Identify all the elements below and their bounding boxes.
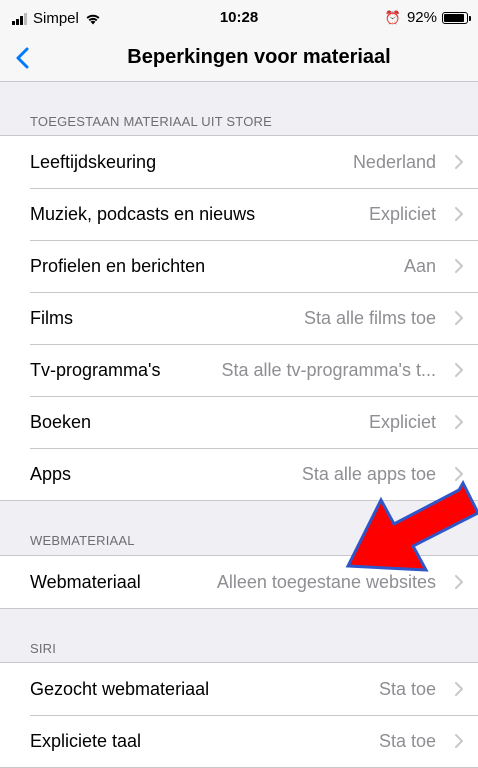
row-films[interactable]: Films Sta alle films toe [0, 292, 478, 344]
settings-group-store: Leeftijdskeuring Nederland Muziek, podca… [0, 135, 478, 501]
battery-percent: 92% [406, 9, 437, 26]
row-label: Boeken [30, 411, 92, 432]
row-value: Expliciet [368, 203, 436, 224]
row-label: Leeftijdskeuring [30, 151, 157, 172]
battery-icon [442, 11, 471, 24]
chevron-right-icon [455, 311, 463, 325]
row-value: Nederland [352, 151, 436, 172]
section-header-web: WEBMATERIAAL [30, 533, 135, 548]
chevron-right-icon [455, 467, 463, 481]
chevron-right-icon [455, 682, 463, 696]
chevron-right-icon [455, 363, 463, 377]
chevron-right-icon [455, 575, 463, 589]
settings-group-web: Webmateriaal Alleen toegestane websites [0, 555, 478, 609]
row-expliciete-taal[interactable]: Expliciete taal Sta toe [0, 715, 478, 767]
row-leeftijdskeuring[interactable]: Leeftijdskeuring Nederland [0, 136, 478, 188]
row-apps[interactable]: Apps Sta alle apps toe [0, 448, 478, 500]
chevron-right-icon [455, 155, 463, 169]
page-title: Beperkingen voor materiaal [127, 46, 391, 68]
chevron-right-icon [455, 207, 463, 221]
row-label: Expliciete taal [30, 730, 142, 751]
row-value: Sta alle apps toe [301, 463, 436, 484]
row-gezocht-webmateriaal[interactable]: Gezocht webmateriaal Sta toe [0, 663, 478, 715]
status-bar: Simpel 10:28 ⏰ 92% [0, 0, 478, 34]
row-label: Gezocht webmateriaal [30, 678, 210, 699]
chevron-right-icon [455, 259, 463, 273]
row-label: Apps [30, 463, 72, 484]
row-muziek[interactable]: Muziek, podcasts en nieuws Expliciet [0, 188, 478, 240]
row-value: Alleen toegestane websites [216, 571, 436, 592]
chevron-left-icon[interactable] [12, 46, 36, 70]
row-value: Sta toe [378, 730, 436, 751]
row-value: Sta toe [378, 678, 436, 699]
row-label: Tv-programma's [30, 359, 161, 380]
row-label: Muziek, podcasts en nieuws [30, 203, 256, 224]
row-label: Webmateriaal [30, 571, 141, 592]
row-tv-programmas[interactable]: Tv-programma's Sta alle tv-programma's t… [0, 344, 478, 396]
row-value: Sta alle tv-programma's t... [221, 359, 436, 380]
row-profielen[interactable]: Profielen en berichten Aan [0, 240, 478, 292]
row-boeken[interactable]: Boeken Expliciet [0, 396, 478, 448]
row-value: Aan [403, 255, 436, 276]
row-value: Expliciet [368, 411, 436, 432]
alarm-icon: ⏰ [384, 9, 401, 25]
section-header-store: TOEGESTAAN MATERIAAL UIT STORE [30, 114, 272, 129]
status-right: ⏰ 92% [384, 9, 471, 26]
settings-group-siri: Gezocht webmateriaal Sta toe Expliciete … [0, 662, 478, 768]
row-value: Sta alle films toe [303, 307, 436, 328]
row-webmateriaal[interactable]: Webmateriaal Alleen toegestane websites [0, 556, 478, 608]
battery-tip [469, 15, 471, 21]
navigation-bar: Beperkingen voor materiaal [0, 34, 478, 82]
row-label: Profielen en berichten [30, 255, 206, 276]
section-header-siri: SIRI [30, 641, 57, 656]
battery-fill [444, 13, 465, 22]
chevron-right-icon [455, 734, 463, 748]
chevron-right-icon [455, 415, 463, 429]
row-label: Films [30, 307, 73, 328]
